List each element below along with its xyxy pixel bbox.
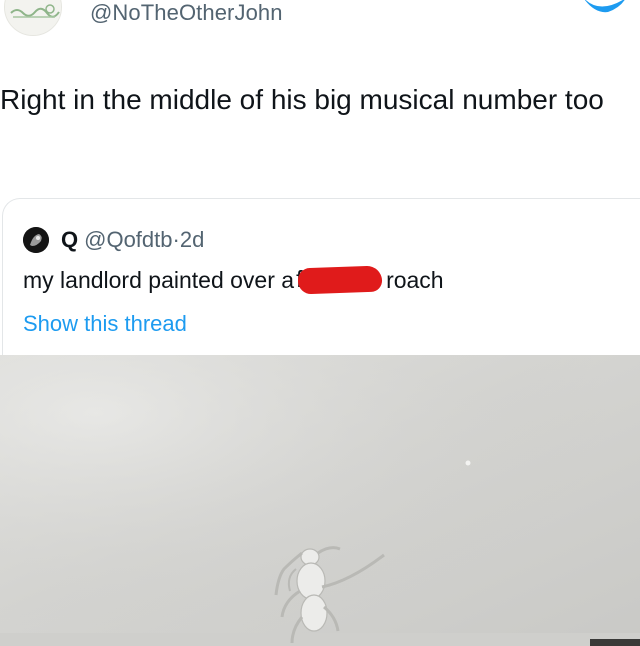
meta-separator: ·	[172, 227, 180, 252]
quoted-avatar-icon	[23, 227, 49, 253]
censored-word: f	[296, 265, 384, 295]
quoted-tweet-card[interactable]: Q@Qofdtb·2d my landlord painted over afr…	[2, 198, 640, 368]
quoted-display-name[interactable]: Q	[61, 227, 78, 252]
roach-wall-photo[interactable]	[0, 355, 640, 646]
quoted-text-after: roach	[386, 267, 444, 293]
quoted-tweet-age[interactable]: 2d	[180, 227, 204, 252]
painted-roach-image	[0, 355, 640, 646]
quoted-text-before: my landlord painted over a	[23, 267, 295, 293]
tweet-author-handle[interactable]: @NoTheOtherJohn	[90, 0, 283, 26]
quoted-handle[interactable]: @Qofdtb	[84, 227, 172, 252]
quoted-avatar[interactable]	[23, 227, 49, 253]
show-this-thread-link[interactable]: Show this thread	[23, 311, 187, 337]
bird-icon	[584, 0, 625, 13]
tweet-screenshot: @NoTheOtherJohn Right in the middle of h…	[0, 0, 640, 646]
quoted-tweet-text: my landlord painted over afroach	[23, 265, 444, 295]
quoted-tweet-meta: Q @Qofdtb·2d	[61, 227, 204, 253]
tweet-body-text: Right in the middle of his big musical n…	[0, 84, 604, 115]
avatar-drawing-icon	[5, 0, 61, 35]
user-avatar[interactable]	[4, 0, 62, 36]
tweet-header: @NoTheOtherJohn	[0, 0, 640, 36]
censor-bar	[297, 265, 383, 295]
